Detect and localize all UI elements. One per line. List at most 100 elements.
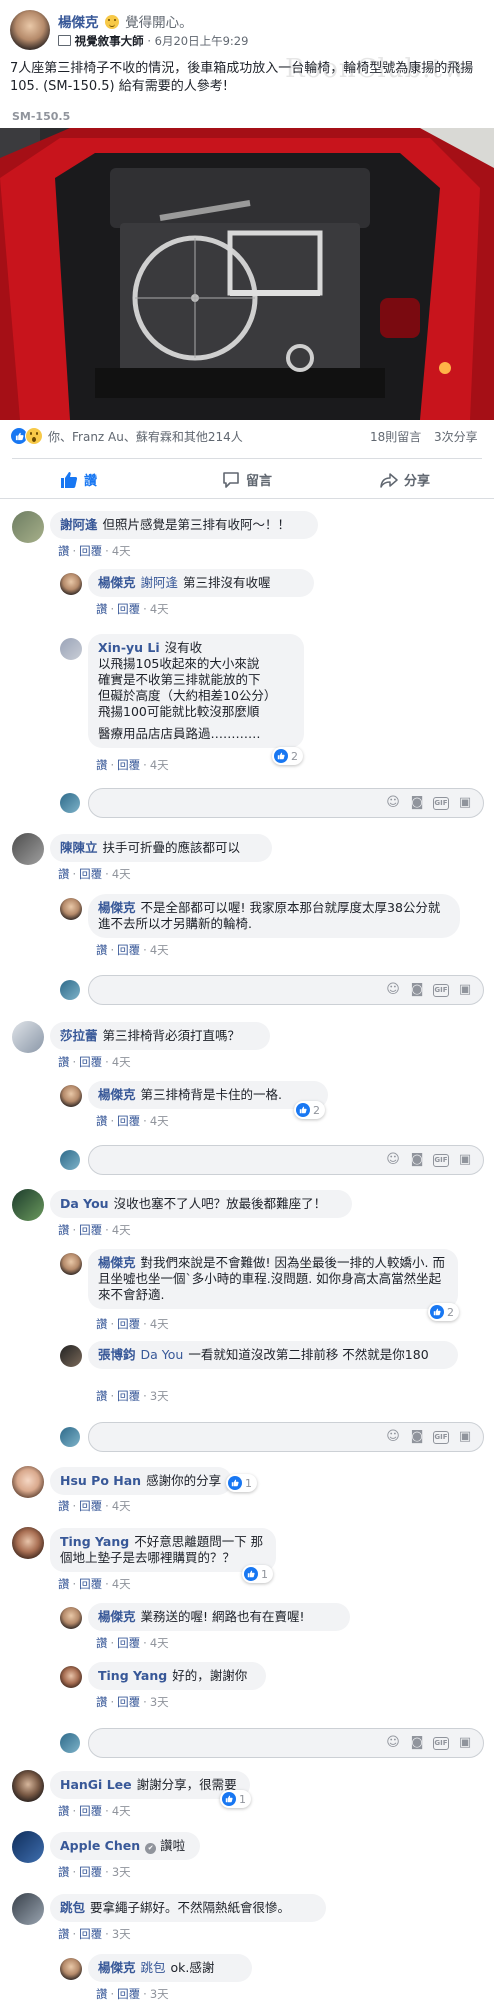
comment-time[interactable]: 4天 bbox=[150, 943, 169, 957]
comment-author[interactable]: HanGi Lee bbox=[60, 1777, 132, 1792]
comment-author[interactable]: 謝阿逢 bbox=[60, 517, 98, 532]
reply-input[interactable]: ☺ ◙ GIF ▣ bbox=[88, 975, 484, 1005]
comment-reply-link[interactable]: 回覆 bbox=[117, 1636, 140, 1650]
comment-like-link[interactable]: 讚 bbox=[96, 943, 108, 957]
comment-like-link[interactable]: 讚 bbox=[58, 1865, 70, 1879]
sticker-icon[interactable]: ▣ bbox=[457, 1152, 473, 1168]
reply-input[interactable]: ☺ ◙ GIF ▣ bbox=[88, 1728, 484, 1758]
comment-time[interactable]: 4天 bbox=[112, 1804, 131, 1818]
emoji-icon[interactable]: ☺ bbox=[385, 982, 401, 998]
commenter-avatar[interactable] bbox=[12, 511, 44, 543]
comment-time[interactable]: 4天 bbox=[150, 758, 169, 772]
comment-author[interactable]: Apple Chen bbox=[60, 1838, 140, 1853]
camera-icon[interactable]: ◙ bbox=[409, 795, 425, 811]
comment-author[interactable]: Ting Yang bbox=[60, 1534, 129, 1549]
comment-reaction-count[interactable]: 1 bbox=[242, 1565, 273, 1583]
comment-like-link[interactable]: 讚 bbox=[96, 1389, 108, 1403]
reply-avatar[interactable] bbox=[60, 1085, 82, 1107]
comment-button[interactable]: 留言 bbox=[222, 470, 272, 489]
comment-author[interactable]: 楊傑克 bbox=[98, 575, 136, 590]
sticker-icon[interactable]: ▣ bbox=[457, 795, 473, 811]
comment-author[interactable]: 楊傑克 bbox=[98, 1087, 136, 1102]
gif-icon[interactable]: GIF bbox=[433, 984, 449, 997]
comment-time[interactable]: 3天 bbox=[150, 1695, 169, 1709]
comment-time[interactable]: 3天 bbox=[150, 1389, 169, 1403]
reply-avatar[interactable] bbox=[60, 638, 82, 660]
comment-time[interactable]: 3天 bbox=[112, 1927, 131, 1941]
reply-avatar[interactable] bbox=[60, 573, 82, 595]
comment-like-link[interactable]: 讚 bbox=[58, 1055, 70, 1069]
comment-time[interactable]: 3天 bbox=[112, 1865, 131, 1879]
page-name[interactable]: 視覺敘事大師 bbox=[75, 34, 144, 48]
comment-reply-link[interactable]: 回覆 bbox=[117, 1317, 140, 1331]
comment-author[interactable]: 楊傑克 bbox=[98, 900, 136, 915]
commenter-avatar[interactable] bbox=[12, 833, 44, 865]
reply-avatar[interactable] bbox=[60, 1253, 82, 1275]
post-timestamp[interactable]: 6月20日上午9:29 bbox=[155, 34, 249, 48]
comment-like-link[interactable]: 讚 bbox=[58, 1804, 70, 1818]
like-button[interactable]: 讚 bbox=[60, 470, 97, 489]
comment-count[interactable]: 18則留言 bbox=[370, 428, 421, 445]
comment-like-link[interactable]: 讚 bbox=[96, 1987, 108, 2001]
camera-icon[interactable]: ◙ bbox=[409, 982, 425, 998]
share-count[interactable]: 3次分享 bbox=[434, 428, 478, 445]
reply-avatar[interactable] bbox=[60, 1345, 82, 1367]
comment-reply-link[interactable]: 回覆 bbox=[79, 1927, 102, 1941]
comment-like-link[interactable]: 讚 bbox=[58, 1577, 70, 1591]
comment-like-link[interactable]: 讚 bbox=[58, 1927, 70, 1941]
comment-reply-link[interactable]: 回覆 bbox=[79, 1223, 102, 1237]
comment-like-link[interactable]: 讚 bbox=[96, 1114, 108, 1128]
post-photo[interactable] bbox=[0, 128, 494, 420]
comment-time[interactable]: 4天 bbox=[112, 1577, 131, 1591]
camera-icon[interactable]: ◙ bbox=[409, 1152, 425, 1168]
comment-reply-link[interactable]: 回覆 bbox=[79, 1577, 102, 1591]
post-author-avatar[interactable] bbox=[10, 10, 50, 50]
comment-reply-link[interactable]: 回覆 bbox=[117, 1987, 140, 2001]
comment-reaction-count[interactable]: 2 bbox=[272, 747, 303, 765]
comment-like-link[interactable]: 讚 bbox=[58, 544, 70, 558]
comment-like-link[interactable]: 讚 bbox=[96, 1317, 108, 1331]
comment-like-link[interactable]: 讚 bbox=[96, 602, 108, 616]
comment-time[interactable]: 4天 bbox=[150, 1317, 169, 1331]
comment-time[interactable]: 4天 bbox=[112, 1055, 131, 1069]
comment-reply-link[interactable]: 回覆 bbox=[117, 1695, 140, 1709]
commenter-avatar[interactable] bbox=[12, 1527, 44, 1559]
comment-author[interactable]: 張博鈞 bbox=[98, 1347, 136, 1362]
comment-mention[interactable]: 謝阿逢 bbox=[141, 575, 179, 590]
commenter-avatar[interactable] bbox=[12, 1831, 44, 1863]
gif-icon[interactable]: GIF bbox=[433, 1431, 449, 1444]
comment-reaction-count[interactable]: 1 bbox=[226, 1474, 257, 1492]
comment-reaction-count[interactable]: 2 bbox=[294, 1101, 325, 1119]
sticker-icon[interactable]: ▣ bbox=[457, 982, 473, 998]
comment-author[interactable]: Ting Yang bbox=[98, 1668, 167, 1683]
comment-time[interactable]: 4天 bbox=[112, 1223, 131, 1237]
reply-input[interactable]: ☺ ◙ GIF ▣ bbox=[88, 1422, 484, 1452]
gif-icon[interactable]: GIF bbox=[433, 797, 449, 810]
comment-time[interactable]: 4天 bbox=[150, 1114, 169, 1128]
comment-mention[interactable]: Da You bbox=[141, 1347, 184, 1362]
emoji-icon[interactable]: ☺ bbox=[385, 1735, 401, 1751]
comment-reaction-count[interactable]: 1 bbox=[220, 1790, 251, 1808]
comment-reply-link[interactable]: 回覆 bbox=[79, 867, 102, 881]
comment-like-link[interactable]: 讚 bbox=[96, 1695, 108, 1709]
comment-reply-link[interactable]: 回覆 bbox=[117, 758, 140, 772]
comment-reply-link[interactable]: 回覆 bbox=[79, 1804, 102, 1818]
comment-time[interactable]: 3天 bbox=[150, 1987, 169, 2001]
emoji-icon[interactable]: ☺ bbox=[385, 1152, 401, 1168]
comment-like-link[interactable]: 讚 bbox=[96, 1636, 108, 1650]
comment-reply-link[interactable]: 回覆 bbox=[79, 1499, 102, 1513]
comment-like-link[interactable]: 讚 bbox=[96, 758, 108, 772]
emoji-icon[interactable]: ☺ bbox=[385, 795, 401, 811]
sticker-icon[interactable]: ▣ bbox=[457, 1429, 473, 1445]
comment-author[interactable]: 莎拉蕾 bbox=[60, 1028, 98, 1043]
comment-author[interactable]: 楊傑克 bbox=[98, 1960, 136, 1975]
comment-reaction-count[interactable]: 2 bbox=[428, 1303, 459, 1321]
commenter-avatar[interactable] bbox=[12, 1770, 44, 1802]
post-author-name[interactable]: 楊傑克 bbox=[58, 15, 99, 31]
comment-author[interactable]: Xin-yu Li bbox=[98, 640, 160, 655]
reply-avatar[interactable] bbox=[60, 1607, 82, 1629]
comment-author[interactable]: 跳包 bbox=[60, 1900, 85, 1915]
gif-icon[interactable]: GIF bbox=[433, 1154, 449, 1167]
comment-author[interactable]: 楊傑克 bbox=[98, 1255, 136, 1270]
comment-time[interactable]: 4天 bbox=[112, 544, 131, 558]
